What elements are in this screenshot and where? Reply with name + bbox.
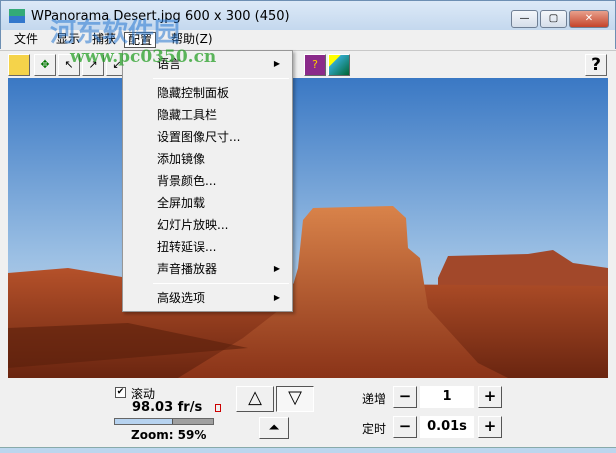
- app-icon: [9, 9, 25, 23]
- config-menu-dropdown: 语言 ▶ 隐藏控制面板 隐藏工具栏 设置图像尺寸... 添加镜像 背景颜色... …: [122, 50, 293, 312]
- submenu-arrow-icon: ▶: [273, 59, 280, 68]
- timer-label: 定时: [362, 422, 387, 436]
- menu-separator: [153, 78, 289, 79]
- zoom-progress-bar: [114, 418, 214, 425]
- menu-config[interactable]: 配置: [124, 32, 157, 48]
- menu-separator: [153, 283, 289, 284]
- increment-field[interactable]: 1: [420, 386, 474, 408]
- menu-item-fullscreen-load[interactable]: 全屏加载: [125, 192, 290, 214]
- desert-picture: [8, 78, 608, 378]
- window-title: WPanorama Desert.jpg 600 x 300 (450): [31, 9, 290, 24]
- menu-help[interactable]: 帮助(Z): [168, 32, 216, 48]
- menu-view[interactable]: 显示: [53, 32, 83, 48]
- menu-item-hide-control-panel[interactable]: 隐藏控制面板: [125, 82, 290, 104]
- increment-plus-button[interactable]: +: [478, 386, 502, 408]
- toolbar: ✥ ↖ ↗ ↙ ? ?: [0, 50, 616, 78]
- submenu-arrow-icon: ▶: [273, 293, 280, 302]
- fps-readout: 98.03 fr/s: [132, 400, 203, 415]
- menu-item-label: 高级选项: [157, 291, 206, 305]
- zoom-progress-fill: [115, 419, 173, 424]
- menu-item-hide-toolbar[interactable]: 隐藏工具栏: [125, 104, 290, 126]
- help-image-icon[interactable]: [328, 54, 350, 76]
- increment-minus-button[interactable]: −: [393, 386, 417, 408]
- move-icon[interactable]: ✥: [34, 54, 56, 76]
- menu-item-label: 声音播放器: [157, 262, 218, 276]
- timer-minus-button[interactable]: −: [393, 416, 417, 438]
- control-panel: ✔ 滚动 98.03 fr/s Zoom: 59% △ ▽ ⏶ 递增 − 1 +…: [0, 378, 616, 453]
- panorama-image[interactable]: [8, 78, 608, 378]
- menu-item-background-color[interactable]: 背景颜色...: [125, 170, 290, 192]
- maximize-button[interactable]: ▢: [540, 10, 567, 28]
- menu-item-sound-player[interactable]: 声音播放器 ▶: [125, 258, 290, 280]
- help-button[interactable]: ?: [585, 54, 607, 76]
- minimize-button[interactable]: —: [511, 10, 538, 28]
- title-bar: WPanorama Desert.jpg 600 x 300 (450) — ▢…: [0, 0, 616, 30]
- menu-capture[interactable]: 捕获: [89, 32, 119, 48]
- scroll-up-button[interactable]: △: [236, 386, 274, 412]
- scroll-top-button[interactable]: ⏶: [259, 417, 289, 439]
- menu-item-delay[interactable]: 扭转延误...: [125, 236, 290, 258]
- scroll-checkbox[interactable]: ✔: [115, 387, 126, 398]
- menu-item-slideshow[interactable]: 幻灯片放映...: [125, 214, 290, 236]
- menu-item-image-size[interactable]: 设置图像尺寸...: [125, 126, 290, 148]
- menu-item-language[interactable]: 语言 ▶: [125, 53, 290, 75]
- open-file-icon[interactable]: [8, 54, 30, 76]
- status-strip: [0, 447, 616, 453]
- zoom-label: Zoom: 59%: [131, 428, 207, 442]
- arrow-topleft-icon[interactable]: ↖: [58, 54, 80, 76]
- increment-label: 递增: [362, 392, 387, 406]
- arrow-topright-icon[interactable]: ↗: [82, 54, 104, 76]
- submenu-arrow-icon: ▶: [273, 264, 280, 273]
- menu-item-label: 语言: [157, 57, 182, 71]
- close-button[interactable]: ✕: [569, 10, 609, 28]
- timer-plus-button[interactable]: +: [478, 416, 502, 438]
- timer-field[interactable]: 0.01s: [420, 416, 474, 438]
- menu-file[interactable]: 文件: [11, 32, 41, 48]
- menu-item-advanced[interactable]: 高级选项 ▶: [125, 287, 290, 309]
- menu-bar: 文件 显示 捕获 配置 帮助(Z): [0, 30, 616, 49]
- scroll-down-button[interactable]: ▽: [276, 386, 314, 412]
- book-icon[interactable]: ?: [304, 54, 326, 76]
- menu-item-add-mirror[interactable]: 添加镜像: [125, 148, 290, 170]
- sound-icon: [215, 404, 221, 412]
